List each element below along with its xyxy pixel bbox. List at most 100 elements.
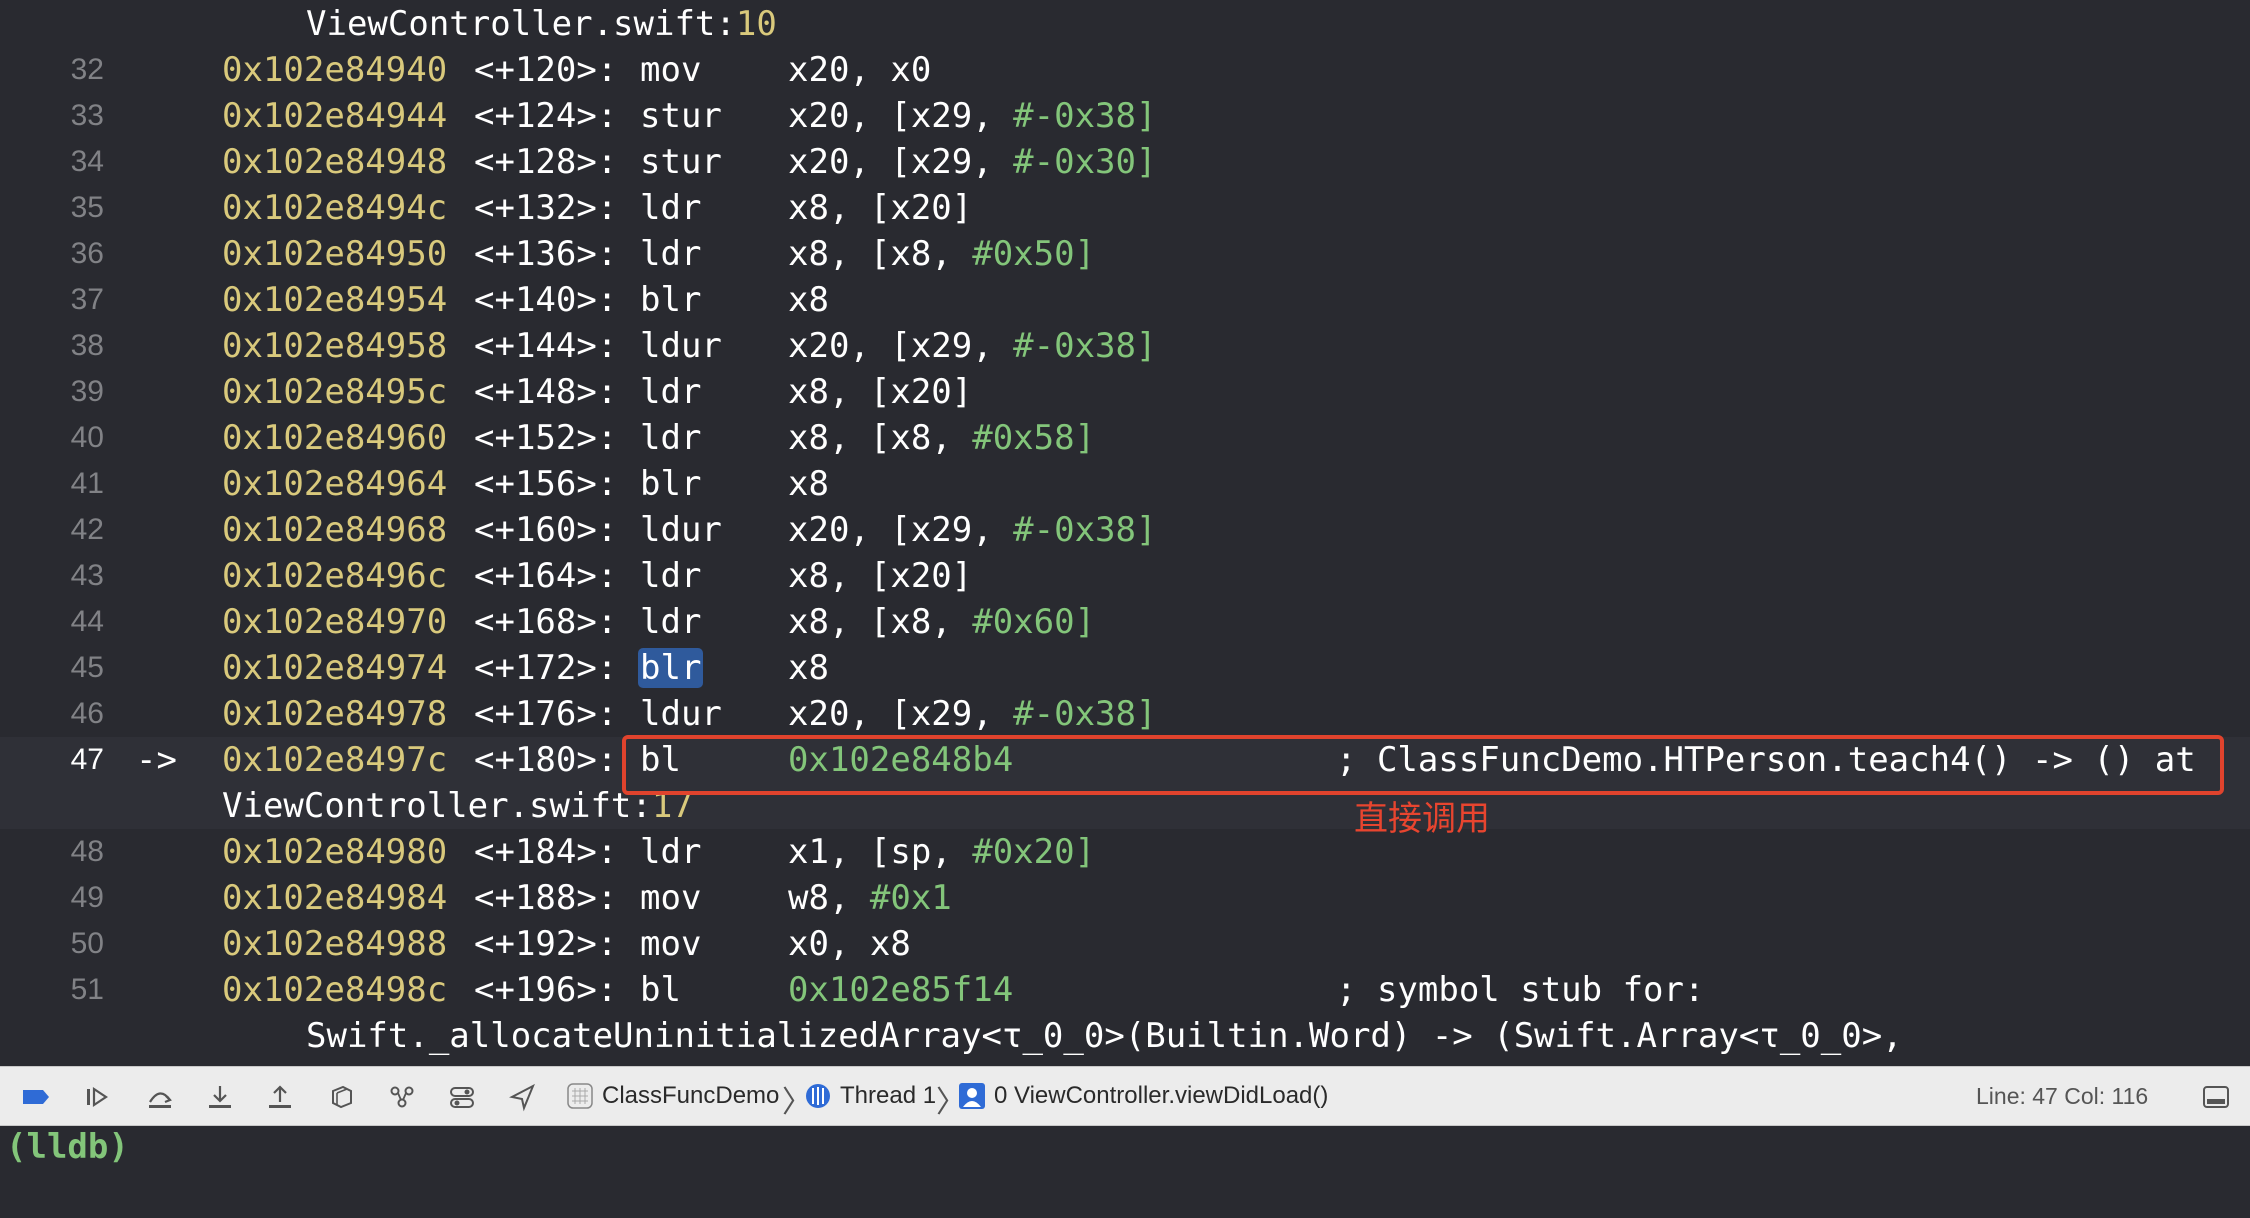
memory-graph-button[interactable] <box>386 1081 418 1113</box>
mnemonic: stur <box>640 96 722 136</box>
disasm-line[interactable]: 48 0x102e84980 <+184>: ldr x1, [sp, #0x20] <box>0 829 2250 875</box>
comment-continuation-line: Swift._allocateUninitializedArray<τ_0_0>… <box>0 1013 2250 1059</box>
breadcrumb-frame[interactable]: 0 ViewController.viewDidLoad() <box>958 1067 1328 1125</box>
mnemonic-cell: mov <box>640 47 701 93</box>
mnemonic-cell: ldur <box>640 323 722 369</box>
disasm-line[interactable]: 43 0x102e8496c <+164>: ldr x8, [x20] <box>0 553 2250 599</box>
mnemonic: stur <box>640 142 722 182</box>
instruction-address: 0x102e8496c <box>222 556 448 596</box>
instruction-address: 0x102e84940 <box>222 50 448 90</box>
instruction-offset: <+180>: <box>474 740 618 780</box>
instruction-address: 0x102e8494c <box>222 188 448 228</box>
instruction-address: 0x102e84968 <box>222 510 448 550</box>
disasm-line[interactable]: 42 0x102e84968 <+160>: ldur x20, [x29, #-0x3… <box>0 507 2250 553</box>
debug-bar: ClassFuncDemo 〉 Thread 1 〉 0 ViewControl… <box>0 1066 2250 1126</box>
environment-overrides-button[interactable] <box>446 1081 478 1113</box>
disasm-line[interactable]: 35 0x102e8494c <+132>: ldr x8, [x20] <box>0 185 2250 231</box>
hide-console-button[interactable] <box>2200 1081 2232 1113</box>
line-number: 38 <box>70 329 104 362</box>
instruction-offset: <+124>: <box>474 96 618 136</box>
operands: x8, [x8, #0x58] <box>788 415 1095 461</box>
mnemonic: ldur <box>640 326 722 366</box>
operand-immediate: 0x102e85f14 <box>788 970 1014 1010</box>
step-out-button[interactable] <box>264 1081 296 1113</box>
mnemonic-cell: bl <box>640 967 681 1013</box>
disasm-line[interactable]: 37 0x102e84954 <+140>: blr x8 <box>0 277 2250 323</box>
disasm-line[interactable]: 44 0x102e84970 <+168>: ldr x8, [x8, #0x60] <box>0 599 2250 645</box>
step-into-button[interactable] <box>204 1081 236 1113</box>
instruction-address: 0x102e84964 <box>222 464 448 504</box>
breadcrumb-target[interactable]: ClassFuncDemo <box>566 1067 779 1125</box>
line-number: 46 <box>70 697 104 730</box>
operands: x8 <box>788 645 829 691</box>
line-number: 42 <box>70 513 104 546</box>
mnemonic: ldur <box>640 510 722 550</box>
operand-register: x20, [x29, <box>788 96 1014 136</box>
line-number: 45 <box>70 651 104 684</box>
operands: x8 <box>788 461 829 507</box>
selected-mnemonic[interactable]: blr <box>638 648 704 688</box>
instruction-offset: <+136>: <box>474 234 618 274</box>
disasm-line[interactable]: 36 0x102e84950 <+136>: ldr x8, [x8, #0x50] <box>0 231 2250 277</box>
disasm-line[interactable]: 39 0x102e8495c <+148>: ldr x8, [x20] <box>0 369 2250 415</box>
breakpoints-toggle-button[interactable] <box>20 1081 52 1113</box>
disasm-line[interactable]: 51 0x102e8498c <+196>: bl 0x102e85f14 ; symbo… <box>0 967 2250 1013</box>
operand-register: x8 <box>788 648 829 688</box>
disasm-line[interactable]: 45 0x102e84974 <+172>: blr x8 <box>0 645 2250 691</box>
mnemonic: ldr <box>640 418 702 458</box>
disasm-line[interactable]: 46 0x102e84978 <+176>: ldur x20, [x29, #-0x3… <box>0 691 2250 737</box>
instruction-address: 0x102e84978 <box>222 694 448 734</box>
mnemonic-cell: stur <box>640 139 722 185</box>
mnemonic-cell: blr <box>638 645 704 691</box>
disasm-line[interactable]: 49 0x102e84984 <+188>: mov w8, #0x1 <box>0 875 2250 921</box>
operand-register: x8, [x8, <box>788 234 973 274</box>
operand-immediate: #-0x38] <box>1013 694 1157 734</box>
disasm-line[interactable]: 34 0x102e84948 <+128>: stur x20, [x29, #-0x3… <box>0 139 2250 185</box>
disasm-line[interactable]: 33 0x102e84944 <+124>: stur x20, [x29, #-0x3… <box>0 93 2250 139</box>
mnemonic: mov <box>640 924 702 964</box>
line-number: 47 <box>70 743 104 776</box>
environment-overrides-icon <box>450 1087 474 1108</box>
instruction-comment: ; symbol stub for: <box>1336 970 1705 1010</box>
disasm-line[interactable]: 38 0x102e84958 <+144>: ldur x20, [x29, #-0x3… <box>0 323 2250 369</box>
breadcrumb-thread[interactable]: Thread 1 <box>804 1067 936 1125</box>
disasm-line[interactable]: 50 0x102e84988 <+192>: mov x0, x8 <box>0 921 2250 967</box>
simulate-location-button[interactable] <box>506 1081 538 1113</box>
operand-immediate: #0x60] <box>972 602 1096 642</box>
continue-icon <box>87 1086 108 1108</box>
instruction-address: 0x102e8497c <box>222 740 448 780</box>
mnemonic-cell: ldr <box>640 369 701 415</box>
annotation-note: 直接调用 <box>1354 799 1490 839</box>
instruction-address: 0x102e8498c <box>222 970 448 1010</box>
instruction-address: 0x102e84958 <box>222 326 448 366</box>
line-number: 51 <box>70 973 104 1006</box>
operand-immediate: #0x1 <box>869 878 952 918</box>
operand-register: x1, [sp, <box>788 832 973 872</box>
lldb-console[interactable]: (lldb) <box>0 1126 2250 1218</box>
disasm-line[interactable]: 40 0x102e84960 <+152>: ldr x8, [x8, #0x58] <box>0 415 2250 461</box>
debug-view-hierarchy-button[interactable] <box>326 1081 358 1113</box>
disassembly-editor[interactable]: ViewController.swift:10 32 0x102e84940 <+12… <box>0 0 2250 1066</box>
operand-register: x20, [x29, <box>788 510 1014 550</box>
continue-button[interactable] <box>82 1081 114 1113</box>
line-number: 41 <box>70 467 104 500</box>
disasm-line[interactable]: 32 0x102e84940 <+120>: mov x20, x0 <box>0 47 2250 93</box>
operand-register: x8, [x20] <box>788 556 973 596</box>
operands: x1, [sp, #0x20] <box>788 829 1095 875</box>
location-arrow-icon <box>509 1083 535 1112</box>
operands: x8, [x8, #0x60] <box>788 599 1095 645</box>
line-number: 33 <box>70 99 104 132</box>
lldb-prompt: (lldb) <box>6 1127 129 1167</box>
breadcrumb-thread-label: Thread 1 <box>840 1082 937 1109</box>
line-number: 43 <box>70 559 104 592</box>
disasm-line[interactable]: 41 0x102e84964 <+156>: blr x8 <box>0 461 2250 507</box>
mnemonic: mov <box>640 878 702 918</box>
mnemonic: ldr <box>640 832 702 872</box>
step-over-button[interactable] <box>144 1081 176 1113</box>
mnemonic: mov <box>640 50 702 90</box>
instruction-offset: <+172>: <box>474 648 618 688</box>
instruction-offset: <+144>: <box>474 326 618 366</box>
operand-immediate: #-0x30] <box>1013 142 1157 182</box>
operand-immediate: #-0x38] <box>1013 510 1157 550</box>
operands: x0, x8 <box>788 921 911 967</box>
